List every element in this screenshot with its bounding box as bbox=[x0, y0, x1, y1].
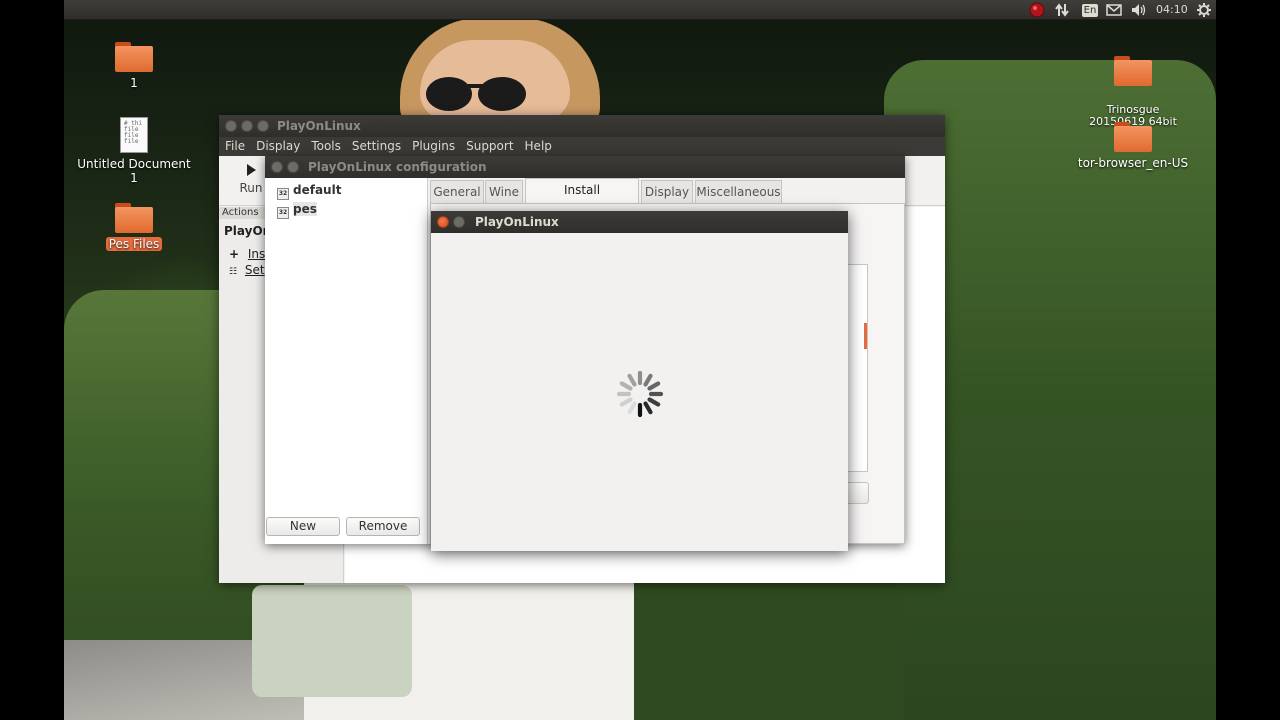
folder-icon bbox=[1114, 122, 1152, 152]
background-bag bbox=[252, 585, 412, 697]
close-button[interactable] bbox=[225, 120, 237, 132]
desktop-untitled-document[interactable]: # thi file file file Untitled Document 1 bbox=[74, 117, 194, 185]
menu-settings[interactable]: Settings bbox=[352, 139, 401, 153]
tab-miscellaneous[interactable]: Miscellaneous bbox=[695, 180, 782, 203]
tab-display[interactable]: Display bbox=[641, 180, 693, 203]
mail-icon[interactable] bbox=[1106, 0, 1122, 20]
run-button[interactable]: Run bbox=[233, 162, 269, 195]
loading-spinner-icon bbox=[616, 370, 664, 418]
menu-plugins[interactable]: Plugins bbox=[412, 139, 455, 153]
maximize-button[interactable] bbox=[257, 120, 269, 132]
play-icon bbox=[247, 164, 256, 176]
sidebar-item-settings-label: Set bbox=[244, 263, 265, 277]
remove-prefix-button[interactable]: Remove bbox=[346, 517, 420, 536]
prefix-label: default bbox=[293, 183, 342, 197]
volume-icon[interactable] bbox=[1130, 0, 1148, 20]
window-title: PlayOnLinux configuration bbox=[308, 160, 487, 174]
menu-support[interactable]: Support bbox=[466, 139, 513, 153]
tab-install-components[interactable]: Install components bbox=[525, 178, 639, 219]
network-icon[interactable] bbox=[1055, 0, 1069, 20]
minimize-button[interactable] bbox=[453, 216, 465, 228]
wine-prefix-icon: 32 bbox=[277, 207, 289, 219]
desktop-icon-label: 1 bbox=[130, 76, 138, 90]
tab-general[interactable]: General bbox=[430, 180, 484, 203]
window-title: PlayOnLinux bbox=[277, 119, 361, 133]
desktop-icon-label: tor-browser_en-US bbox=[1077, 156, 1189, 170]
desktop-icon-label: Pes Files bbox=[105, 237, 163, 251]
screen: En 04:10 1 # thi file file file Untitled… bbox=[0, 0, 1280, 720]
record-indicator-icon[interactable] bbox=[1029, 0, 1045, 20]
prefix-item-default[interactable]: 32 default bbox=[265, 181, 427, 200]
minimize-button[interactable] bbox=[287, 161, 299, 173]
desktop-folder-1[interactable]: 1 bbox=[74, 42, 194, 90]
background-hedge-low bbox=[614, 580, 904, 720]
list-icon: ☷ bbox=[229, 267, 238, 277]
menubar: File Display Tools Settings Plugins Support He… bbox=[219, 137, 945, 156]
new-prefix-button[interactable]: New bbox=[266, 517, 340, 536]
keyboard-layout-indicator[interactable]: En bbox=[1081, 0, 1099, 20]
keyboard-layout-label: En bbox=[1081, 4, 1099, 17]
plus-icon: + bbox=[229, 247, 240, 261]
window-title: PlayOnLinux bbox=[475, 215, 559, 229]
desktop-folder-tor-browser[interactable]: tor-browser_en-US bbox=[1073, 122, 1193, 170]
background-sunglasses bbox=[426, 77, 526, 111]
close-button[interactable] bbox=[271, 161, 283, 173]
tab-wine[interactable]: Wine bbox=[485, 180, 523, 203]
menu-file[interactable]: File bbox=[225, 139, 245, 153]
menu-help[interactable]: Help bbox=[525, 139, 552, 153]
minimize-button[interactable] bbox=[241, 120, 253, 132]
folder-icon bbox=[115, 42, 153, 72]
menu-display[interactable]: Display bbox=[256, 139, 300, 153]
folder-icon bbox=[1114, 56, 1152, 86]
text-document-icon: # thi file file file bbox=[120, 117, 148, 153]
dialog-titlebar[interactable]: PlayOnLinux bbox=[431, 211, 848, 233]
config-window-titlebar[interactable]: PlayOnLinux configuration bbox=[265, 156, 905, 178]
run-label: Run bbox=[239, 181, 263, 195]
wine-prefix-icon: 32 bbox=[277, 188, 289, 200]
prefix-item-pes[interactable]: 32 pes bbox=[265, 200, 427, 219]
system-gear-icon[interactable] bbox=[1196, 0, 1212, 20]
top-panel: En 04:10 bbox=[64, 0, 1216, 20]
close-button[interactable] bbox=[437, 216, 449, 228]
list-scrollbar-thumb[interactable] bbox=[864, 323, 867, 349]
desktop-icon-label: Untitled Document 1 bbox=[77, 157, 191, 185]
loading-dialog: PlayOnLinux bbox=[431, 211, 848, 551]
prefix-label: pes bbox=[293, 202, 317, 216]
prefix-list: 32 default 32 pes bbox=[265, 178, 428, 544]
folder-icon bbox=[115, 203, 153, 233]
clock[interactable]: 04:10 bbox=[1156, 0, 1188, 20]
menu-tools[interactable]: Tools bbox=[311, 139, 341, 153]
desktop-folder-pes-files[interactable]: Pes Files bbox=[74, 203, 194, 251]
main-window-titlebar[interactable]: PlayOnLinux bbox=[219, 115, 945, 137]
